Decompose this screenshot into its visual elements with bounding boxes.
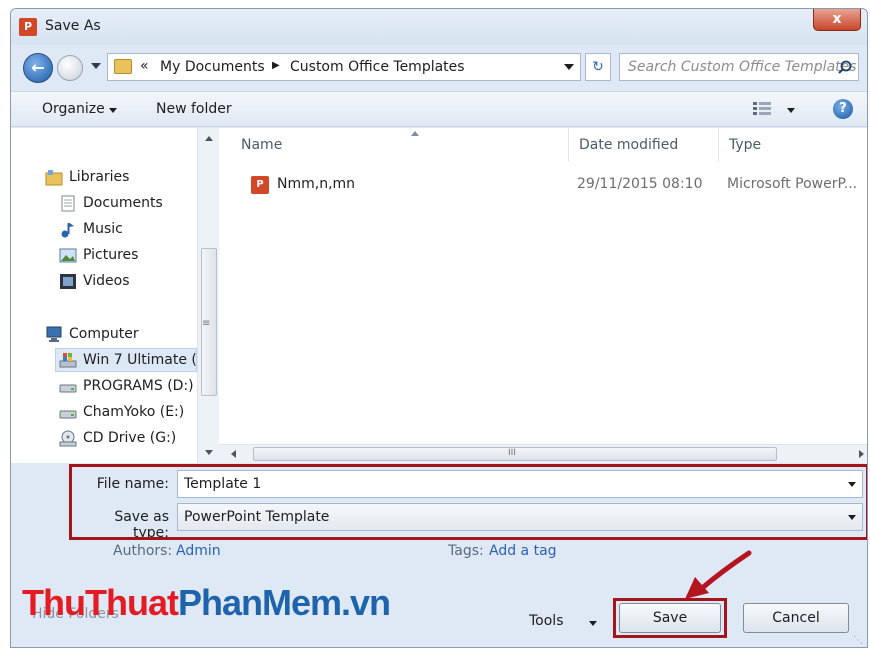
help-icon[interactable]: ?: [833, 99, 853, 119]
nav-item-label: Pictures: [83, 247, 139, 263]
file-date: 29/11/2015 08:10: [577, 176, 703, 192]
nav-item-music[interactable]: Music: [59, 218, 195, 242]
drive-icon: [59, 410, 77, 419]
file-name: Nmm,n,mn: [277, 176, 356, 192]
column-header-label: Name: [241, 137, 283, 153]
nav-item-libraries[interactable]: Libraries: [45, 166, 195, 190]
powerpoint-icon: P: [19, 18, 37, 36]
annotation-arrow-icon: [685, 550, 752, 599]
nav-item-label: ChamYoko (E:): [83, 404, 185, 420]
nav-item-label: Documents: [83, 195, 163, 211]
folder-icon: [114, 59, 132, 74]
drive-icon: [59, 384, 77, 393]
nav-item-label: Computer: [69, 326, 139, 342]
scroll-up-icon[interactable]: [205, 136, 213, 141]
file-type: Microsoft PowerP...: [727, 176, 858, 192]
watermark-logo: ThuThuatPhanMem.vn: [22, 582, 391, 624]
scrollbar-thumb[interactable]: III: [253, 447, 777, 461]
list-item[interactable]: P Nmm,n,mn 29/11/2015 08:10 Microsoft Po…: [219, 172, 857, 198]
column-header-type[interactable]: Type: [717, 128, 867, 162]
nav-item-pictures[interactable]: Pictures: [59, 244, 195, 268]
watermark-part-1: ThuThuat: [22, 582, 179, 623]
system-drive-icon: [59, 353, 77, 368]
nav-item-computer[interactable]: Computer: [45, 323, 195, 347]
resize-grip-icon[interactable]: ⋱: [853, 635, 863, 646]
scroll-right-icon[interactable]: [859, 450, 864, 458]
file-list: Name Date modified Type P Nmm,n,mn 29/11…: [219, 128, 867, 463]
column-header-date-modified[interactable]: Date modified: [567, 128, 719, 162]
change-view-icon[interactable]: [753, 102, 771, 116]
music-icon: [61, 223, 74, 238]
chevron-down-icon[interactable]: [589, 621, 597, 626]
breadcrumb-custom-office-templates[interactable]: Custom Office Templates: [290, 59, 465, 75]
powerpoint-file-icon: P: [251, 176, 269, 194]
forward-button[interactable]: [57, 55, 83, 81]
cancel-button[interactable]: Cancel: [743, 603, 849, 633]
computer-icon: [46, 326, 62, 342]
pictures-icon: [59, 248, 77, 263]
recent-locations-dropdown-icon[interactable]: [91, 63, 101, 69]
search-input[interactable]: Search Custom Office Templates: [619, 53, 859, 81]
address-row: ← « My Documents ▶ Custom Office Templat…: [11, 49, 867, 85]
refresh-button[interactable]: ↻: [585, 53, 611, 81]
nav-item-label: Win 7 Ultimate (C: [83, 352, 197, 368]
nav-item-documents[interactable]: Documents: [59, 192, 195, 216]
documents-icon: [61, 195, 75, 212]
chevron-right-icon[interactable]: ▶: [272, 60, 280, 71]
title-bar: P Save As x: [11, 9, 867, 45]
back-button[interactable]: ←: [23, 53, 53, 83]
column-header-name[interactable]: Name: [229, 128, 569, 162]
command-bar: Organize New folder ?: [11, 91, 867, 127]
videos-icon: [60, 274, 76, 289]
scroll-left-icon[interactable]: [231, 450, 236, 458]
nav-item-videos[interactable]: Videos: [59, 270, 195, 294]
navigation-pane: Libraries Documents Music Pictures Video…: [11, 128, 219, 463]
nav-item-chamyoko-drive[interactable]: ChamYoko (E:): [59, 401, 195, 425]
tags-label: Tags:: [448, 543, 484, 559]
scroll-grip-icon: ≡: [202, 318, 211, 329]
cd-drive-icon: [59, 430, 77, 447]
view-dropdown-icon[interactable]: [787, 108, 795, 113]
breadcrumb-my-documents[interactable]: My Documents: [160, 59, 265, 75]
search-icon[interactable]: [838, 60, 852, 74]
sort-ascending-icon: [411, 131, 419, 136]
save-as-dialog: P Save As x ← « My Documents ▶ Custom Of…: [10, 8, 868, 648]
nav-item-label: Music: [83, 221, 123, 237]
nav-item-label: Libraries: [69, 169, 130, 185]
libraries-icon: [45, 170, 63, 186]
authors-label: Authors:: [113, 543, 173, 559]
authors-value[interactable]: Admin: [176, 543, 221, 559]
chevron-down-icon[interactable]: [109, 108, 117, 113]
scroll-down-icon[interactable]: [205, 450, 213, 455]
address-bar[interactable]: « My Documents ▶ Custom Office Templates: [107, 53, 581, 81]
nav-item-programs-drive[interactable]: PROGRAMS (D:): [59, 375, 195, 399]
address-dropdown-icon[interactable]: [564, 64, 574, 70]
horizontal-scrollbar[interactable]: III: [219, 444, 867, 463]
nav-item-label: Videos: [83, 273, 130, 289]
nav-item-win7-drive[interactable]: Win 7 Ultimate (C: [55, 348, 197, 372]
nav-item-label: CD Drive (G:): [83, 430, 177, 446]
form-highlight-box: [69, 464, 867, 540]
scroll-grip: III: [508, 448, 516, 458]
nav-item-cd-drive[interactable]: CD Drive (G:): [59, 427, 195, 451]
dialog-title: Save As: [45, 18, 101, 34]
nav-item-label: PROGRAMS (D:): [83, 378, 194, 394]
column-header-label: Date modified: [579, 137, 679, 153]
new-folder-button[interactable]: New folder: [156, 101, 232, 117]
breadcrumb-overflow[interactable]: «: [140, 58, 149, 74]
tags-value[interactable]: Add a tag: [489, 543, 557, 559]
watermark-part-3: .vn: [341, 582, 391, 623]
navigation-scrollbar[interactable]: ≡: [197, 128, 219, 463]
search-placeholder: Search Custom Office Templates: [628, 59, 857, 75]
watermark-part-2: PhanMem: [177, 582, 342, 623]
column-header-label: Type: [729, 137, 762, 153]
organize-button[interactable]: Organize: [42, 101, 105, 117]
close-button[interactable]: x: [813, 9, 861, 31]
tools-button[interactable]: Tools: [529, 613, 564, 629]
